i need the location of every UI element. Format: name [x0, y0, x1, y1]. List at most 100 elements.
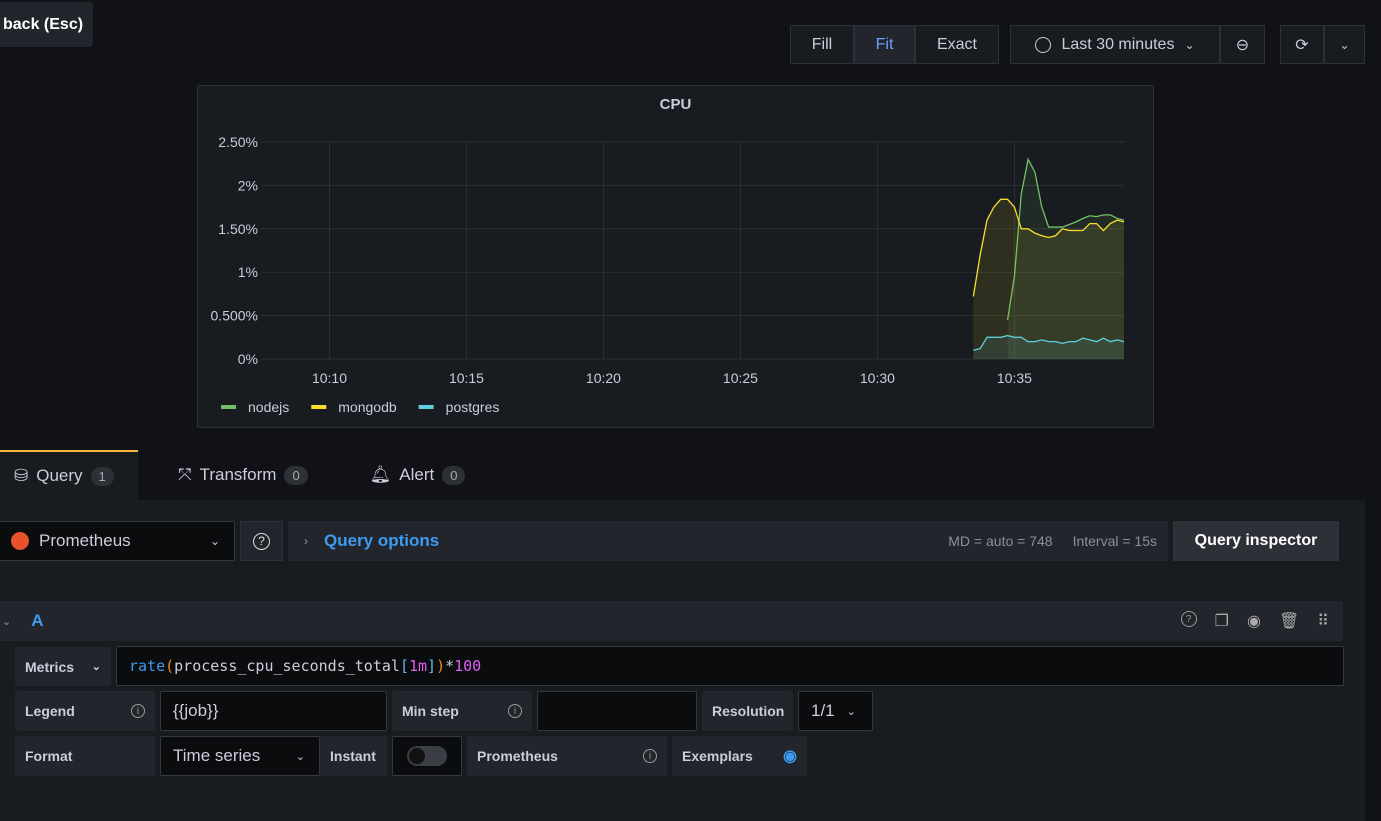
instant-toggle[interactable] [392, 736, 462, 776]
time-picker-group: Last 30 minutes ⌄ ⊖ [1010, 25, 1265, 64]
resolution-select[interactable]: 1/1 ⌄ [798, 691, 873, 731]
time-range-picker[interactable]: Last 30 minutes ⌄ [1010, 25, 1220, 64]
query-expression-input[interactable]: rate(process_cpu_seconds_total[1m]) * 100 [116, 646, 1344, 686]
legend-label: Legend i [15, 691, 155, 731]
transform-icon: ⤧ [178, 465, 192, 484]
label-text: Exemplars [682, 748, 753, 764]
clock-icon [1035, 36, 1052, 53]
chevron-down-icon: ⌄ [91, 661, 101, 673]
chevron-right-icon: › [304, 534, 308, 548]
chevron-down-icon: ⌄ [1184, 37, 1195, 52]
expr-fn: rate [129, 657, 166, 675]
expr-bracket: ] [427, 657, 437, 675]
label-text: Prometheus [477, 748, 558, 764]
legend-label-postgres: postgres [446, 399, 500, 415]
zoom-out-icon: ⊖ [1235, 36, 1250, 54]
x-tick-label: 10:15 [449, 370, 484, 386]
format-select[interactable]: Time series ⌄ [160, 736, 320, 776]
exact-button[interactable]: Exact [915, 25, 999, 64]
format-label: Format [15, 736, 155, 776]
tab-query[interactable]: ⛁ Query 1 [0, 450, 138, 500]
chevron-down-icon: ⌄ [846, 705, 856, 718]
help-icon: ? [253, 532, 270, 550]
chevron-down-icon: ⌄ [295, 750, 305, 763]
interval: Interval = 15s [1072, 533, 1157, 549]
expr-bracket: [ [399, 657, 409, 675]
help-icon[interactable]: ? [1180, 611, 1197, 627]
expr-paren: ) [436, 657, 446, 675]
resolution-value: 1/1 [811, 701, 835, 720]
tab-label: Query [36, 466, 83, 485]
chevron-down-icon: ⌄ [209, 534, 220, 548]
query-inspector-button[interactable]: Query inspector [1173, 521, 1339, 561]
eye-icon[interactable]: ◉ [1247, 611, 1261, 631]
refresh-icon: ⟳ [1295, 36, 1309, 54]
prometheus-icon [11, 532, 29, 550]
collapse-icon[interactable]: ⌄ [2, 615, 11, 628]
refresh-group: ⟳ ⌄ [1280, 25, 1365, 64]
y-tick-label: 0% [238, 351, 258, 367]
y-tick-label: 2.50% [218, 134, 258, 150]
info-icon[interactable]: i [131, 704, 145, 718]
label-text: Legend [25, 703, 75, 719]
zoom-out-button[interactable]: ⊖ [1220, 25, 1265, 64]
editor-tabs: ⛁ Query 1 ⤧ Transform 0 🔔︎ Alert 0 [0, 450, 479, 500]
query-row-header: ⌄ A ? ❐ ◉ 🗑︎ ⠿ [0, 601, 1343, 641]
panel-size-group: Fill Fit Exact [790, 25, 999, 64]
duplicate-icon[interactable]: ❐ [1215, 611, 1229, 631]
resolution-label: Resolution [702, 691, 793, 731]
y-tick-label: 0.500% [211, 308, 258, 324]
fill-button[interactable]: Fill [790, 25, 854, 64]
legend-label-nodejs: nodejs [248, 399, 289, 415]
chevron-down-icon: ⌄ [1339, 37, 1350, 52]
legend-input[interactable]: {{job}} [160, 691, 387, 731]
query-options-bar[interactable]: › Query options MD = auto = 748 Interval… [288, 521, 1168, 561]
tooltip: back (Esc) [0, 2, 93, 47]
metrics-label: Metrics [25, 658, 75, 675]
refresh-interval-button[interactable]: ⌄ [1324, 25, 1365, 64]
legend-label-mongodb: mongodb [338, 399, 397, 415]
x-tick-label: 10:25 [723, 370, 758, 386]
expr-number: 100 [454, 657, 482, 675]
tab-count: 0 [442, 465, 466, 485]
info-icon[interactable]: i [508, 704, 522, 718]
query-ref-id[interactable]: A [31, 611, 43, 631]
expr-paren: ( [165, 657, 175, 675]
fit-button[interactable]: Fit [854, 25, 915, 64]
min-step-input[interactable] [537, 691, 697, 731]
query-options-toggle[interactable]: Query options [324, 531, 439, 551]
y-tick-label: 1% [238, 264, 258, 280]
tab-label: Alert [399, 465, 435, 484]
tab-count: 1 [90, 466, 114, 486]
label-text: Min step [402, 703, 459, 719]
info-icon[interactable]: i [643, 749, 657, 763]
tab-transform[interactable]: ⤧ Transform 0 [138, 450, 322, 500]
metrics-browser-button[interactable]: Metrics ⌄ [15, 647, 111, 686]
expr-metric: process_cpu_seconds_total [174, 657, 400, 675]
help-button[interactable]: ? [240, 521, 283, 561]
datasource-picker[interactable]: Prometheus ⌄ [0, 521, 235, 561]
prometheus-label: Prometheus i [467, 736, 667, 776]
datasource-name: Prometheus [39, 531, 131, 550]
x-tick-label: 10:20 [586, 370, 621, 386]
max-data-points: MD = auto = 748 [948, 533, 1053, 549]
eye-icon[interactable]: ◉ [783, 746, 797, 766]
bell-icon: 🔔︎ [369, 465, 392, 484]
trash-icon[interactable]: 🗑︎ [1279, 611, 1299, 631]
expr-op: * [445, 657, 455, 675]
chart-panel: CPU 0% 0.500% 1% 1.50% 2% 2.50% 10:10 10:15 10:2… [197, 85, 1154, 428]
tab-alert[interactable]: 🔔︎ Alert 0 [322, 450, 480, 500]
exemplars-toggle[interactable]: Exemplars ◉ [672, 736, 807, 776]
drag-handle-icon[interactable]: ⠿ [1317, 611, 1329, 631]
refresh-button[interactable]: ⟳ [1280, 25, 1324, 64]
database-icon: ⛁ [14, 466, 29, 485]
y-tick-label: 2% [238, 177, 258, 193]
format-value: Time series [173, 746, 261, 765]
time-range-label: Last 30 minutes [1061, 35, 1175, 53]
toggle-switch[interactable] [407, 746, 447, 766]
cpu-chart: 0% 0.500% 1% 1.50% 2% 2.50% 10:10 10:15 10:20 10:… [211, 134, 1125, 415]
x-tick-label: 10:35 [997, 370, 1032, 386]
tab-label: Transform [199, 465, 277, 484]
x-tick-label: 10:30 [860, 370, 895, 386]
instant-label: Instant [320, 736, 387, 776]
